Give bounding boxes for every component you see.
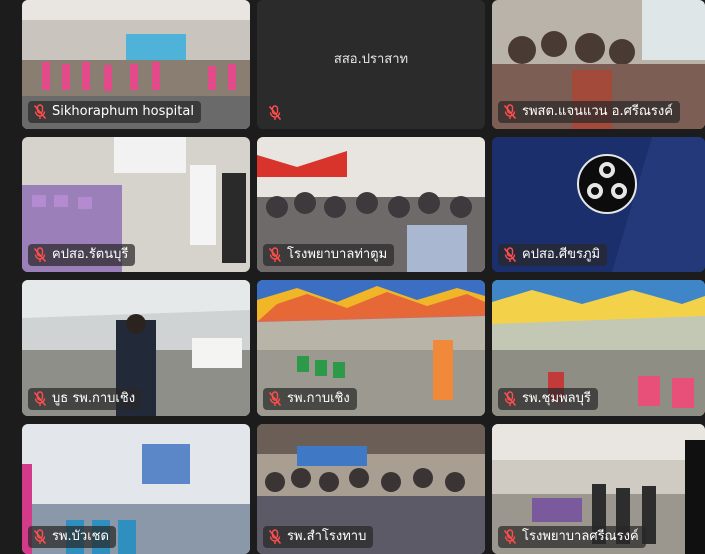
participant-name: คปสอ.รัตนบุรี (52, 247, 129, 262)
participant-display-name: สสอ.ปราสาท (333, 52, 409, 67)
participant-name: รพ.บัวเชด (52, 529, 109, 544)
participant-name-label: คปสอ.รัตนบุรี (28, 244, 136, 266)
participant-tile[interactable]: รพสต.แจนแวน อ.ศรีณรงค์ (492, 0, 705, 129)
obs-logo-icon (577, 154, 637, 214)
participant-name: โรงพยาบาลศรีณรงค์ (522, 529, 639, 544)
participant-name-label: โรงพยาบาลท่าตูม (263, 244, 395, 266)
mic-muted-icon (268, 247, 282, 263)
mic-muted-icon (503, 104, 517, 120)
participant-name-label: รพ.กาบเชิง (263, 388, 357, 410)
participant-name-label: คปสอ.ศีขรภูมิ (498, 244, 608, 266)
participant-name: คปสอ.ศีขรภูมิ (522, 247, 601, 262)
participant-name-label: Sikhoraphum hospital (28, 101, 201, 123)
participant-tile[interactable]: โรงพยาบาลศรีณรงค์ (492, 424, 705, 554)
participant-name-label: รพ.บัวเชด (28, 526, 116, 548)
background-person (685, 440, 705, 554)
mic-muted-icon (503, 391, 517, 407)
participant-tile[interactable]: รพ.บัวเชด (22, 424, 250, 554)
participant-name-label: รพ.ชุมพลบุรี (498, 388, 598, 410)
mic-muted-icon (268, 105, 282, 121)
participant-tile[interactable]: รพ.สำโรงทาบ (257, 424, 485, 554)
participant-name: รพสต.แจนแวน อ.ศรีณรงค์ (522, 104, 673, 119)
mic-muted-icon (268, 391, 282, 407)
participant-name: Sikhoraphum hospital (52, 104, 194, 119)
mic-muted-icon (268, 529, 282, 545)
mic-muted-icon (503, 529, 517, 545)
participant-name-label: รพ.สำโรงทาบ (263, 526, 374, 548)
mic-muted-icon (33, 391, 47, 407)
mic-muted-icon (503, 247, 517, 263)
mic-muted-icon (33, 247, 47, 263)
participant-name: โรงพยาบาลท่าตูม (287, 247, 388, 262)
participant-name: บูธ รพ.กาบเชิง (52, 391, 136, 406)
participant-tile[interactable]: รพ.ชุมพลบุรี (492, 280, 705, 416)
mic-muted-icon (33, 104, 47, 120)
participant-name: รพ.กาบเชิง (287, 391, 350, 406)
mic-muted-icon (33, 529, 47, 545)
participant-tile[interactable]: สสอ.ปราสาท (257, 0, 485, 129)
participant-tile[interactable]: โรงพยาบาลท่าตูม (257, 137, 485, 272)
participant-name: รพ.สำโรงทาบ (287, 529, 367, 544)
participant-tile[interactable]: Sikhoraphum hospital (22, 0, 250, 129)
participant-name: รพ.ชุมพลบุรี (522, 391, 591, 406)
video-gallery: Sikhoraphum hospital สสอ.ปราสาท รพสต.แจน… (0, 0, 705, 554)
participant-tile[interactable]: คปสอ.รัตนบุรี (22, 137, 250, 272)
participant-name-label (263, 103, 289, 123)
participant-name-label: รพสต.แจนแวน อ.ศรีณรงค์ (498, 101, 680, 123)
participant-name-label: โรงพยาบาลศรีณรงค์ (498, 526, 646, 548)
participant-tile[interactable]: รพ.กาบเชิง (257, 280, 485, 416)
participant-name-label: บูธ รพ.กาบเชิง (28, 388, 143, 410)
participant-tile[interactable]: คปสอ.ศีขรภูมิ (492, 137, 705, 272)
participant-tile[interactable]: บูธ รพ.กาบเชิง (22, 280, 250, 416)
